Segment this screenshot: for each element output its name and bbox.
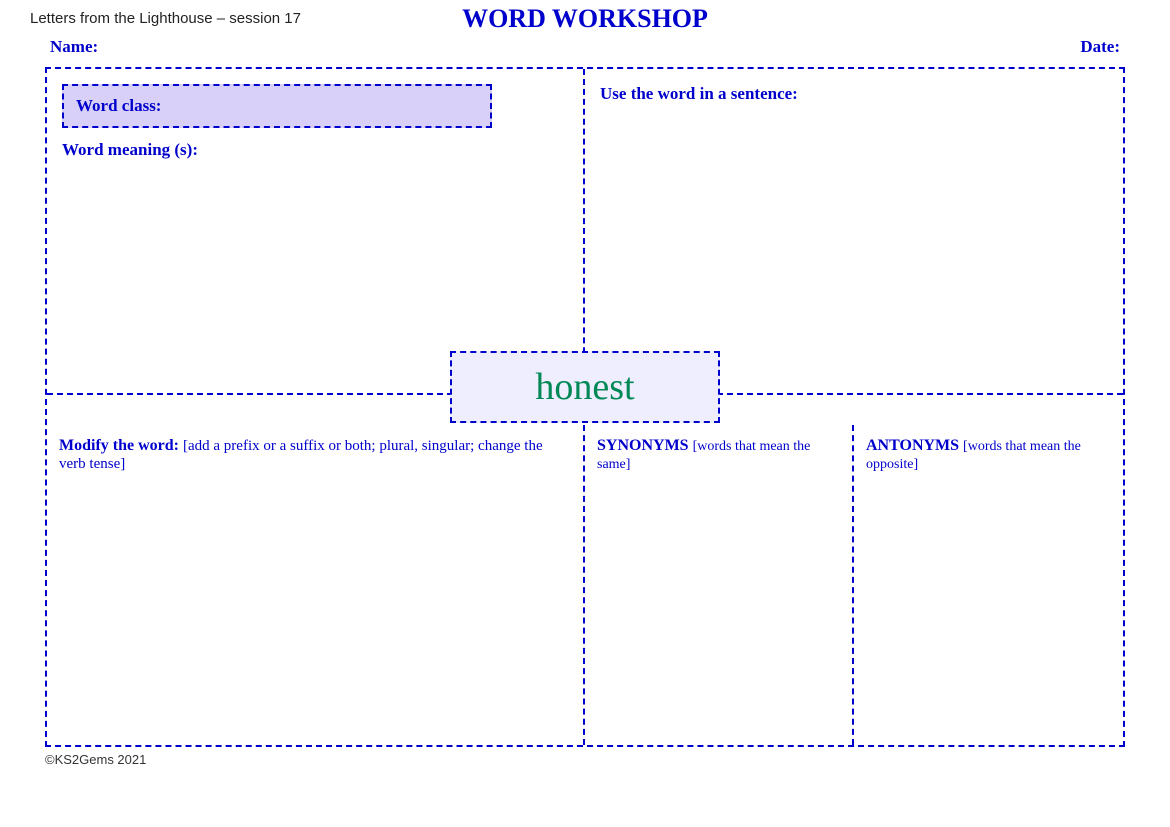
synonyms-label: SYNONYMS [words that mean the same]: [597, 437, 840, 473]
name-date-row: Name: Date:: [0, 32, 1170, 67]
word-class-box: Word class:: [62, 84, 492, 128]
word-meaning-section: Word meaning (s):: [62, 140, 568, 160]
synonyms-label-text: SYNONYMS: [597, 437, 689, 454]
modify-label: Modify the word: [add a prefix or a suff…: [59, 437, 571, 473]
main-title: WORD WORKSHOP: [462, 4, 708, 34]
antonyms-label-text: ANTONYMS: [866, 437, 959, 454]
right-panel: Use the word in a sentence:: [585, 69, 1123, 393]
session-title: Letters from the Lighthouse – session 17: [30, 10, 301, 27]
antonyms-label: ANTONYMS [words that mean the opposite]: [866, 437, 1111, 473]
synonyms-panel: SYNONYMS [words that mean the same]: [585, 425, 854, 745]
center-word: honest: [535, 366, 634, 408]
antonyms-panel: ANTONYMS [words that mean the opposite]: [854, 425, 1123, 745]
word-meaning-label: Word meaning (s):: [62, 140, 198, 159]
main-container: Word class: Word meaning (s): Use the wo…: [45, 67, 1125, 747]
word-class-label: Word class:: [76, 96, 161, 115]
bottom-section: Modify the word: [add a prefix or a suff…: [47, 425, 1123, 745]
copyright-text: ©KS2Gems 2021: [45, 752, 146, 767]
modify-panel: Modify the word: [add a prefix or a suff…: [47, 425, 585, 745]
top-section: Word class: Word meaning (s): Use the wo…: [47, 69, 1123, 395]
modify-label-text: Modify the word:: [59, 437, 179, 454]
page-header: Letters from the Lighthouse – session 17…: [0, 0, 1170, 32]
use-word-label: Use the word in a sentence:: [600, 84, 798, 103]
footer: ©KS2Gems 2021: [0, 747, 1170, 772]
date-label: Date:: [1080, 37, 1120, 57]
center-word-box: honest: [450, 351, 720, 423]
name-label: Name:: [50, 37, 98, 57]
left-panel: Word class: Word meaning (s):: [47, 69, 585, 393]
